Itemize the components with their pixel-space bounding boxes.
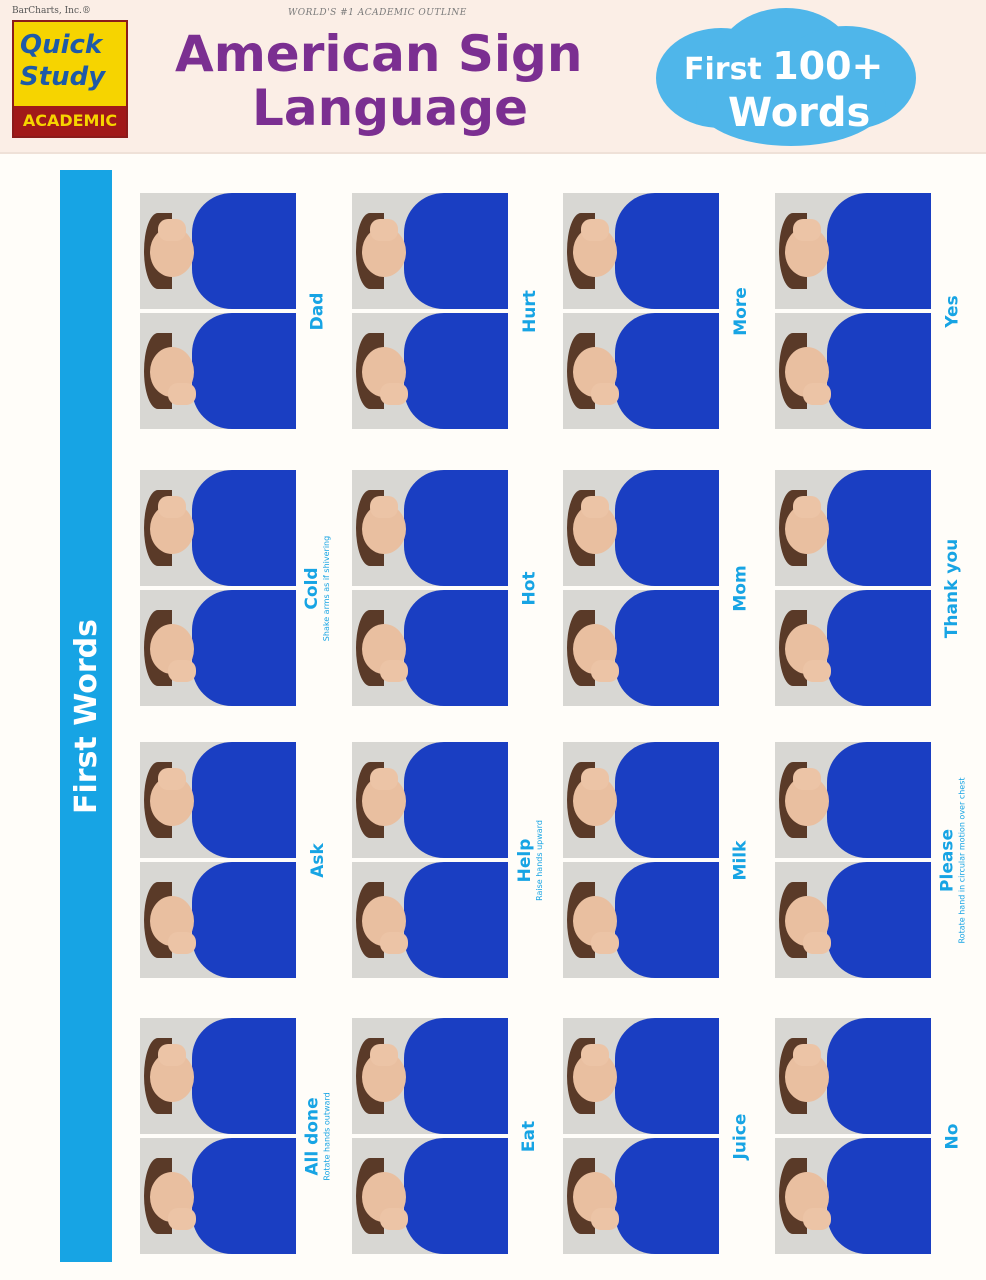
sign-photo [352,742,508,858]
sign-word: Ask [307,842,328,878]
sign-caption: Hot [510,470,550,706]
sign-caption: More [721,193,761,429]
sign-caption: Help Raise hands upward [510,742,550,978]
logo-line-3: ACADEMIC [14,106,126,136]
page-title-line-1: American Sign [175,25,583,83]
sign-word: Hurt [519,289,540,333]
logo-line-2: Study [20,62,106,92]
sign-caption: All done Rotate hands outward [298,1018,338,1254]
page-title-line-2: Language [252,79,529,137]
sign-card: Ask [140,742,328,978]
sign-card: Eat [352,1018,540,1254]
sign-word: Cold [302,566,323,610]
sign-caption: Please Rotate hand in circular motion ove… [933,742,973,978]
sign-photo [775,742,931,858]
sign-word: Juice [730,1113,751,1159]
sign-card: All done Rotate hands outward [140,1018,332,1254]
sign-caption: No [933,1018,973,1254]
sign-card: Hurt [352,193,540,429]
sign-photo [563,1138,719,1254]
sign-card: Yes [775,193,963,429]
sign-photo [352,590,508,706]
badge-cloud: First 100+ Words [656,8,918,146]
sign-card: Dad [140,193,327,429]
sign-photo [352,193,508,309]
sign-photo [140,313,296,429]
sign-photo [775,1138,931,1254]
sign-card: Cold Shake arms as if shivering [140,470,332,706]
sign-photo [140,590,296,706]
sign-caption: Thank you [933,470,973,706]
sign-word: No [942,1123,963,1149]
sign-word: Yes [942,294,963,328]
sign-caption: Eat [510,1018,550,1254]
sign-photo [563,193,719,309]
sign-caption: Dad [298,193,338,429]
publisher-name: BarCharts, Inc.® [12,6,91,16]
sign-note: Rotate hands outward [322,1091,332,1181]
sign-word: Please [937,828,958,892]
sign-photo [140,470,296,586]
sign-word: Milk [730,840,751,880]
sign-photo [352,470,508,586]
sign-photo [775,1018,931,1134]
sign-caption: Yes [933,193,973,429]
sign-photo [140,193,296,309]
sign-word: Mom [730,564,751,612]
sign-card: Juice [563,1018,751,1254]
sign-note: Shake arms as if shivering [322,535,332,641]
section-label: First Words [68,618,104,814]
sign-photo [563,862,719,978]
sign-card: Help Raise hands upward [352,742,544,978]
sign-caption: Milk [721,742,761,978]
sign-photo [563,1018,719,1134]
quick-study-logo: Quick Study ACADEMIC [12,20,128,138]
sign-note: Rotate hand in circular motion over ches… [957,776,967,944]
sign-word: Hot [519,570,540,606]
sign-card: More [563,193,751,429]
sign-word: Dad [307,292,328,330]
sign-photo [775,862,931,978]
badge-first: First 100+ [684,44,884,88]
sign-word: Help [514,838,535,882]
sign-photo [775,193,931,309]
sign-photo [563,470,719,586]
sign-caption: Cold Shake arms as if shivering [298,470,338,706]
sign-word: All done [302,1096,323,1176]
sign-photo [563,313,719,429]
sign-note: Raise hands upward [534,819,544,901]
sign-card: Please Rotate hand in circular motion ove… [775,742,967,978]
sign-word: Eat [519,1120,540,1152]
sign-photo [140,862,296,978]
sign-word: Thank you [942,538,963,638]
sign-card: Thank you [775,470,963,706]
sign-photo [140,1018,296,1134]
sign-photo [140,742,296,858]
sign-caption: Juice [721,1018,761,1254]
sign-photo [352,313,508,429]
sign-photo [775,313,931,429]
sign-caption: Mom [721,470,761,706]
sign-photo [352,1018,508,1134]
sign-caption: Hurt [510,193,550,429]
sign-photo [775,590,931,706]
sign-photo [563,590,719,706]
logo-line-1: Quick [20,30,103,60]
header: BarCharts, Inc.® Quick Study ACADEMIC WO… [0,0,986,154]
sign-caption: Ask [298,742,338,978]
sign-photo [775,470,931,586]
sign-card: Hot [352,470,539,706]
sign-card: No [775,1018,962,1254]
badge-words: Words [728,90,871,136]
sign-card: Mom [563,470,751,706]
sign-photo [352,862,508,978]
sign-word: More [730,286,751,336]
tagline: WORLD'S #1 ACADEMIC OUTLINE [288,8,467,18]
sign-photo [140,1138,296,1254]
sign-card: Milk [563,742,750,978]
sign-photo [352,1138,508,1254]
sign-photo [563,742,719,858]
